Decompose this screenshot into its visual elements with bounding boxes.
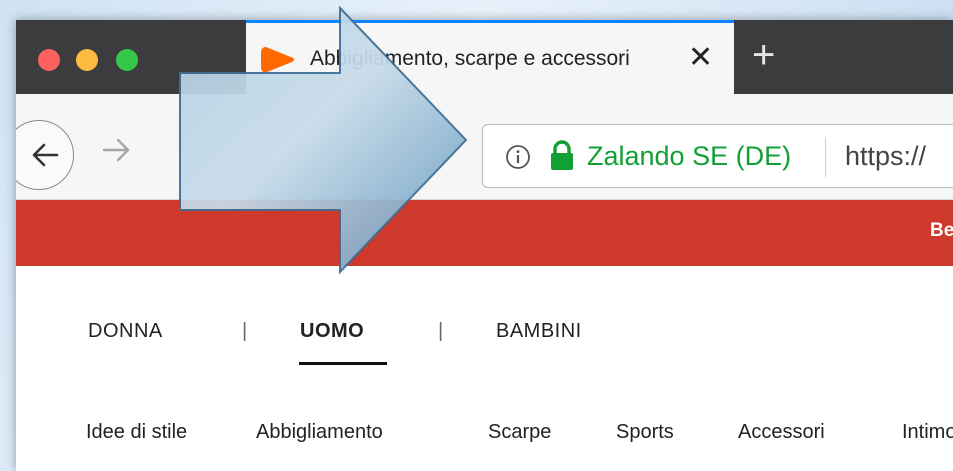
zalando-logo-icon bbox=[260, 45, 296, 80]
category-abbigliamento[interactable]: Abbigliamento bbox=[256, 421, 383, 444]
category-scarpe[interactable]: Scarpe bbox=[488, 421, 551, 444]
forward-button[interactable] bbox=[102, 137, 132, 168]
close-window-button[interactable] bbox=[38, 49, 60, 71]
back-button[interactable] bbox=[16, 120, 74, 190]
lock-icon[interactable] bbox=[549, 140, 575, 177]
nav-uomo[interactable]: UOMO bbox=[300, 320, 364, 343]
address-bar[interactable]: Zalando SE (DE) https:// bbox=[482, 124, 953, 188]
nav-toolbar: Zalando SE (DE) https:// bbox=[16, 94, 953, 200]
browser-window: Abbigliamento, scarpe e accessori ✕ + Za… bbox=[16, 20, 953, 471]
category-intimo[interactable]: Intimo bbox=[902, 421, 953, 444]
site-identity-label[interactable]: Zalando SE (DE) bbox=[587, 141, 791, 172]
maximize-window-button[interactable] bbox=[116, 49, 138, 71]
active-nav-underline bbox=[299, 362, 387, 365]
category-nav: Idee di stile Abbigliamento Scarpe Sport… bbox=[16, 376, 953, 471]
tab-close-icon[interactable]: ✕ bbox=[688, 40, 713, 76]
nav-separator: | bbox=[242, 320, 248, 342]
title-bar: Abbigliamento, scarpe e accessori ✕ + bbox=[16, 20, 953, 94]
info-icon[interactable] bbox=[505, 144, 531, 175]
nav-donna[interactable]: DONNA bbox=[88, 320, 163, 343]
url-divider bbox=[825, 137, 826, 177]
category-idee-di-stile[interactable]: Idee di stile bbox=[86, 421, 187, 444]
promo-banner: Benvenuto bbox=[16, 200, 953, 266]
gender-nav: DONNA | UOMO | BAMBINI bbox=[16, 266, 953, 376]
minimize-window-button[interactable] bbox=[76, 49, 98, 71]
category-sports[interactable]: Sports bbox=[616, 421, 674, 444]
category-accessori[interactable]: Accessori bbox=[738, 421, 825, 444]
url-text[interactable]: https:// bbox=[845, 141, 926, 172]
forward-arrow-icon bbox=[102, 138, 130, 162]
back-arrow-icon bbox=[32, 143, 59, 167]
nav-separator: | bbox=[438, 320, 444, 342]
banner-text[interactable]: Benvenuto bbox=[930, 220, 953, 242]
nav-bambini[interactable]: BAMBINI bbox=[496, 320, 582, 343]
new-tab-button[interactable]: + bbox=[752, 30, 775, 80]
browser-tab[interactable]: Abbigliamento, scarpe e accessori ✕ bbox=[246, 20, 734, 94]
tab-title: Abbigliamento, scarpe e accessori bbox=[310, 47, 630, 70]
